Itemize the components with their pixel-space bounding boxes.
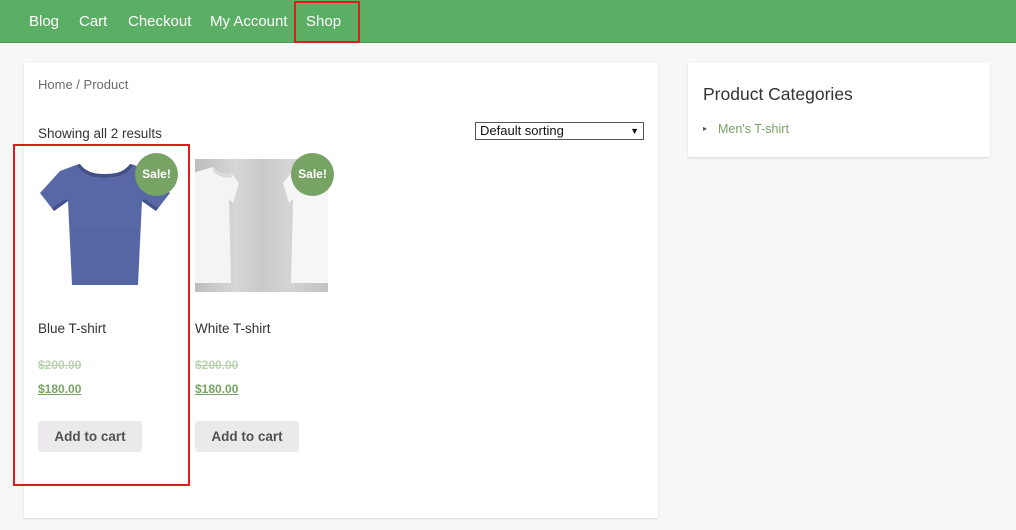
sale-badge: Sale!	[135, 153, 178, 196]
product-title-blue-tshirt[interactable]: Blue T-shirt	[38, 321, 106, 336]
sale-price: $180.00	[195, 382, 239, 396]
nav-item-checkout[interactable]: Checkout	[128, 0, 191, 43]
product-categories-widget: Product Categories ▸ Men's T-shirt	[688, 63, 990, 157]
top-navigation: Blog Cart Checkout My Account Shop	[0, 0, 1016, 43]
nav-item-cart[interactable]: Cart	[79, 0, 107, 43]
regular-price: $200.00	[38, 358, 82, 372]
shop-content-card: Home / Product Showing all 2 results Def…	[24, 63, 658, 518]
bullet-arrow-icon: ▸	[703, 124, 708, 133]
breadcrumb: Home / Product	[38, 77, 128, 92]
nav-item-blog[interactable]: Blog	[29, 0, 59, 43]
nav-item-shop[interactable]: Shop	[306, 0, 341, 43]
sorting-select-value: Default sorting	[480, 123, 564, 138]
sale-price: $180.00	[38, 382, 82, 396]
product-title-white-tshirt[interactable]: White T-shirt	[195, 321, 271, 336]
results-count: Showing all 2 results	[38, 126, 162, 141]
sale-badge: Sale!	[291, 153, 334, 196]
breadcrumb-separator: /	[72, 77, 84, 92]
widget-title: Product Categories	[703, 84, 853, 104]
add-to-cart-button-blue-tshirt[interactable]: Add to cart	[38, 421, 142, 452]
dropdown-arrow-icon: ▼	[630, 126, 639, 136]
category-link-mens-tshirt[interactable]: Men's T-shirt	[718, 122, 789, 136]
breadcrumb-current: Product	[83, 77, 129, 92]
sorting-select[interactable]: Default sorting ▼	[475, 122, 644, 140]
breadcrumb-home-link[interactable]: Home	[38, 77, 73, 92]
add-to-cart-button-white-tshirt[interactable]: Add to cart	[195, 421, 299, 452]
regular-price: $200.00	[195, 358, 239, 372]
nav-item-my-account[interactable]: My Account	[210, 0, 288, 43]
